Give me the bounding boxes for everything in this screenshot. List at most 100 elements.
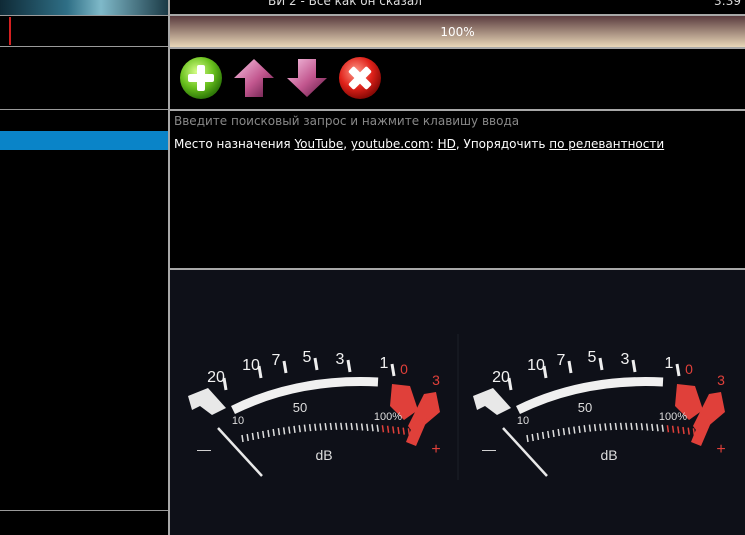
left-list-selected-item[interactable] (0, 131, 168, 150)
vu-fine-tick (272, 428, 275, 437)
search-options-line: Место назначения YouTube, youtube.com: H… (174, 137, 664, 151)
vu-scale-label: 20 (492, 369, 510, 386)
left-panel (0, 0, 168, 535)
vu-fine-tick (340, 422, 343, 430)
vu-fine-tick (371, 424, 374, 432)
vu-fine-tick (666, 425, 670, 433)
vu-minus-label: — (197, 441, 211, 457)
vu-fine-tick (412, 428, 416, 437)
vu-meters: 2010 7 5 3 1 035010 100%dB— +2010 7 5 3 1 035010 100%… (188, 334, 726, 480)
vu-fine-tick (386, 425, 390, 433)
vu-plus-label: + (716, 441, 725, 458)
download-progress-bar: 100% (170, 16, 745, 47)
destination-service-link[interactable]: YouTube (294, 137, 343, 151)
destination-label: Место назначения (174, 137, 291, 151)
vu-fine-tick (407, 428, 411, 436)
move-down-button[interactable] (285, 56, 329, 100)
vu-percent-label: 100% (659, 411, 687, 423)
separator: : (429, 137, 434, 151)
vu-scale-label: 10 (527, 357, 545, 374)
vu-tick (631, 359, 637, 373)
vu-fine-tick (334, 422, 338, 430)
vu-percent-label: 100% (374, 411, 402, 423)
vu-unit-label: dB (315, 447, 332, 463)
vu-fine-tick (392, 426, 395, 434)
search-input[interactable]: Введите поисковый запрос и нажмите клави… (174, 114, 519, 128)
vu-fine-tick (526, 434, 529, 443)
move-up-button[interactable] (232, 56, 276, 100)
vu-fine-tick (687, 427, 690, 435)
vu-fine-tick (547, 430, 550, 439)
close-circle-icon (339, 57, 381, 99)
vu-fine-tick (604, 423, 607, 431)
vu-minus-label: — (482, 441, 496, 457)
vu-meter-panel: 20 10 7 5 3 1 0 3 50 10 100% dB — +20 10 7 5 3 1 0 3 50 10 100%… (170, 270, 745, 535)
vu-fine-tick (578, 425, 581, 433)
divider (0, 15, 168, 16)
vu-fine-tick (640, 423, 644, 431)
vu-fine-tick (619, 422, 623, 430)
divider (0, 510, 168, 511)
vu-fine-tick (573, 426, 576, 434)
album-thumbnail[interactable] (0, 0, 168, 15)
vu-scale-label: 3 (336, 351, 345, 368)
vu-fine-tick (599, 423, 602, 431)
vu-tick (675, 363, 681, 377)
vu-tick (346, 359, 352, 373)
vu-fine-tick (303, 424, 307, 432)
vu-fine-tick (376, 424, 379, 432)
plus-circle-icon (180, 57, 222, 99)
arrow-up-icon (234, 59, 274, 97)
vu-fine-tick (360, 423, 364, 431)
sort-link[interactable]: по релевантности (549, 137, 664, 151)
vu-fine-tick (552, 429, 555, 438)
vu-fine-tick (397, 426, 400, 435)
vu-fine-tick (256, 431, 260, 440)
vu-fine-tick (562, 428, 566, 436)
vu-scale-label: 1 (665, 355, 674, 372)
vu-scale-label: 7 (272, 352, 281, 369)
destination-site-link[interactable]: youtube.com (351, 137, 430, 151)
vu-tick (390, 363, 396, 377)
separator: , (455, 137, 460, 151)
remove-button[interactable] (338, 56, 382, 100)
vu-fine-tick (402, 427, 405, 435)
vu-red-label: 0 (685, 361, 693, 377)
vu-unit-label: dB (600, 447, 617, 463)
quality-link[interactable]: HD (438, 137, 456, 151)
vu-percent-label: 50 (293, 400, 307, 415)
vu-fine-tick (682, 426, 685, 435)
vu-scale-label: 5 (588, 349, 597, 366)
vu-fine-tick (588, 424, 592, 432)
vu-plus-label: + (431, 441, 440, 458)
divider (170, 47, 745, 49)
vu-fine-tick (536, 432, 540, 441)
vu-fine-tick (241, 434, 244, 443)
vu-fine-tick (661, 424, 664, 432)
sort-label: Упорядочить (463, 137, 546, 151)
track-title: ВИ 2 - Все как он сказал (268, 0, 422, 8)
vu-fine-tick (319, 423, 322, 431)
vu-fine-tick (381, 425, 385, 433)
divider (0, 46, 168, 47)
add-button[interactable] (179, 56, 223, 100)
vu-needle (502, 427, 548, 477)
vu-bracket (473, 388, 511, 415)
vu-fine-tick (614, 422, 618, 431)
vu-fine-tick (541, 431, 545, 440)
vu-fine-tick (246, 433, 249, 442)
vu-scale-label: 1 (380, 355, 389, 372)
vu-scale-label: 3 (621, 351, 630, 368)
vu-fine-tick (262, 430, 265, 439)
vu-fine-tick (251, 432, 255, 441)
vu-scale-label: 5 (303, 349, 312, 366)
vu-fine-tick (531, 433, 534, 442)
vu-scale-label: 10 (242, 357, 260, 374)
vu-fine-tick (635, 422, 638, 431)
vu-fine-tick (288, 426, 291, 434)
track-row[interactable]: ВИ 2 - Все как он сказал 3:39 (170, 0, 745, 14)
vu-fine-tick (625, 422, 628, 430)
vu-red-label: 0 (400, 361, 408, 377)
vu-fine-tick (298, 425, 301, 433)
vu-fine-tick (350, 422, 353, 431)
